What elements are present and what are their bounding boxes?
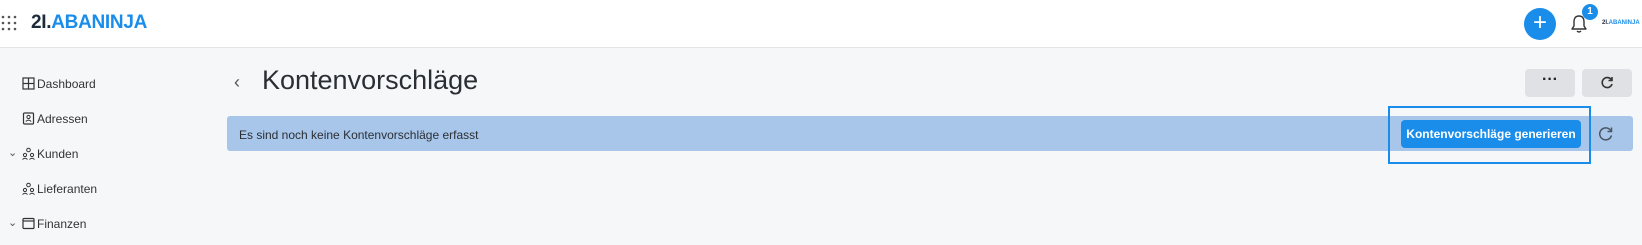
address-book-icon [22, 112, 35, 125]
logo-text-prefix: 2I. [31, 12, 52, 33]
sidebar-item-label: Kunden [37, 147, 79, 161]
sidebar-item-label: Dashboard [37, 77, 96, 91]
sidebar-item-lieferanten[interactable]: Lieferanten [0, 177, 200, 201]
chevron-down-icon[interactable]: ⌄ [8, 146, 18, 160]
dashboard-icon [22, 77, 35, 90]
sidebar-item-dashboard[interactable]: Dashboard [0, 72, 200, 96]
app-logo[interactable]: 2I.ABANINJA [31, 12, 147, 34]
sidebar-item-label: Adressen [37, 112, 88, 126]
refresh-icon[interactable] [1598, 126, 1614, 142]
refresh-button[interactable] [1582, 69, 1632, 97]
sidebar-item-kunden[interactable]: ⌄ Kunden [0, 142, 200, 166]
account-logo-name: ABANINJA [1608, 20, 1640, 26]
people-icon [22, 147, 35, 160]
more-options-button[interactable]: ··· [1525, 69, 1575, 97]
sidebar: Dashboard Adressen ⌄ Kunden Lieferanten … [0, 49, 220, 245]
sidebar-item-label: Finanzen [37, 217, 87, 231]
notification-count-badge: 1 [1582, 4, 1598, 20]
people-icon [22, 182, 35, 195]
apps-grid-icon[interactable] [0, 14, 18, 32]
refresh-icon [1601, 76, 1613, 89]
create-new-button[interactable]: + [1524, 8, 1556, 40]
sidebar-item-adressen[interactable]: Adressen [0, 107, 200, 131]
empty-state-message: Es sind noch keine Kontenvorschläge erfa… [239, 128, 479, 142]
generate-suggestions-button[interactable]: Kontenvorschläge generieren [1401, 120, 1581, 148]
sidebar-item-finanzen[interactable]: ⌄ Finanzen [0, 212, 200, 236]
account-logo[interactable]: 2I.ABANINJA [1602, 20, 1640, 26]
logo-text-name: ABANINJA [51, 12, 148, 33]
window-icon [22, 217, 35, 230]
account-logo-prefix: 2I. [1602, 20, 1609, 26]
sidebar-item-label: Lieferanten [37, 182, 98, 196]
back-button[interactable]: ‹ [234, 72, 246, 92]
top-bar: 2I.ABANINJA + 1 2I.ABANINJA [0, 0, 1642, 48]
page-title: Kontenvorschläge [262, 65, 479, 95]
chevron-down-icon[interactable]: ⌄ [8, 216, 18, 230]
